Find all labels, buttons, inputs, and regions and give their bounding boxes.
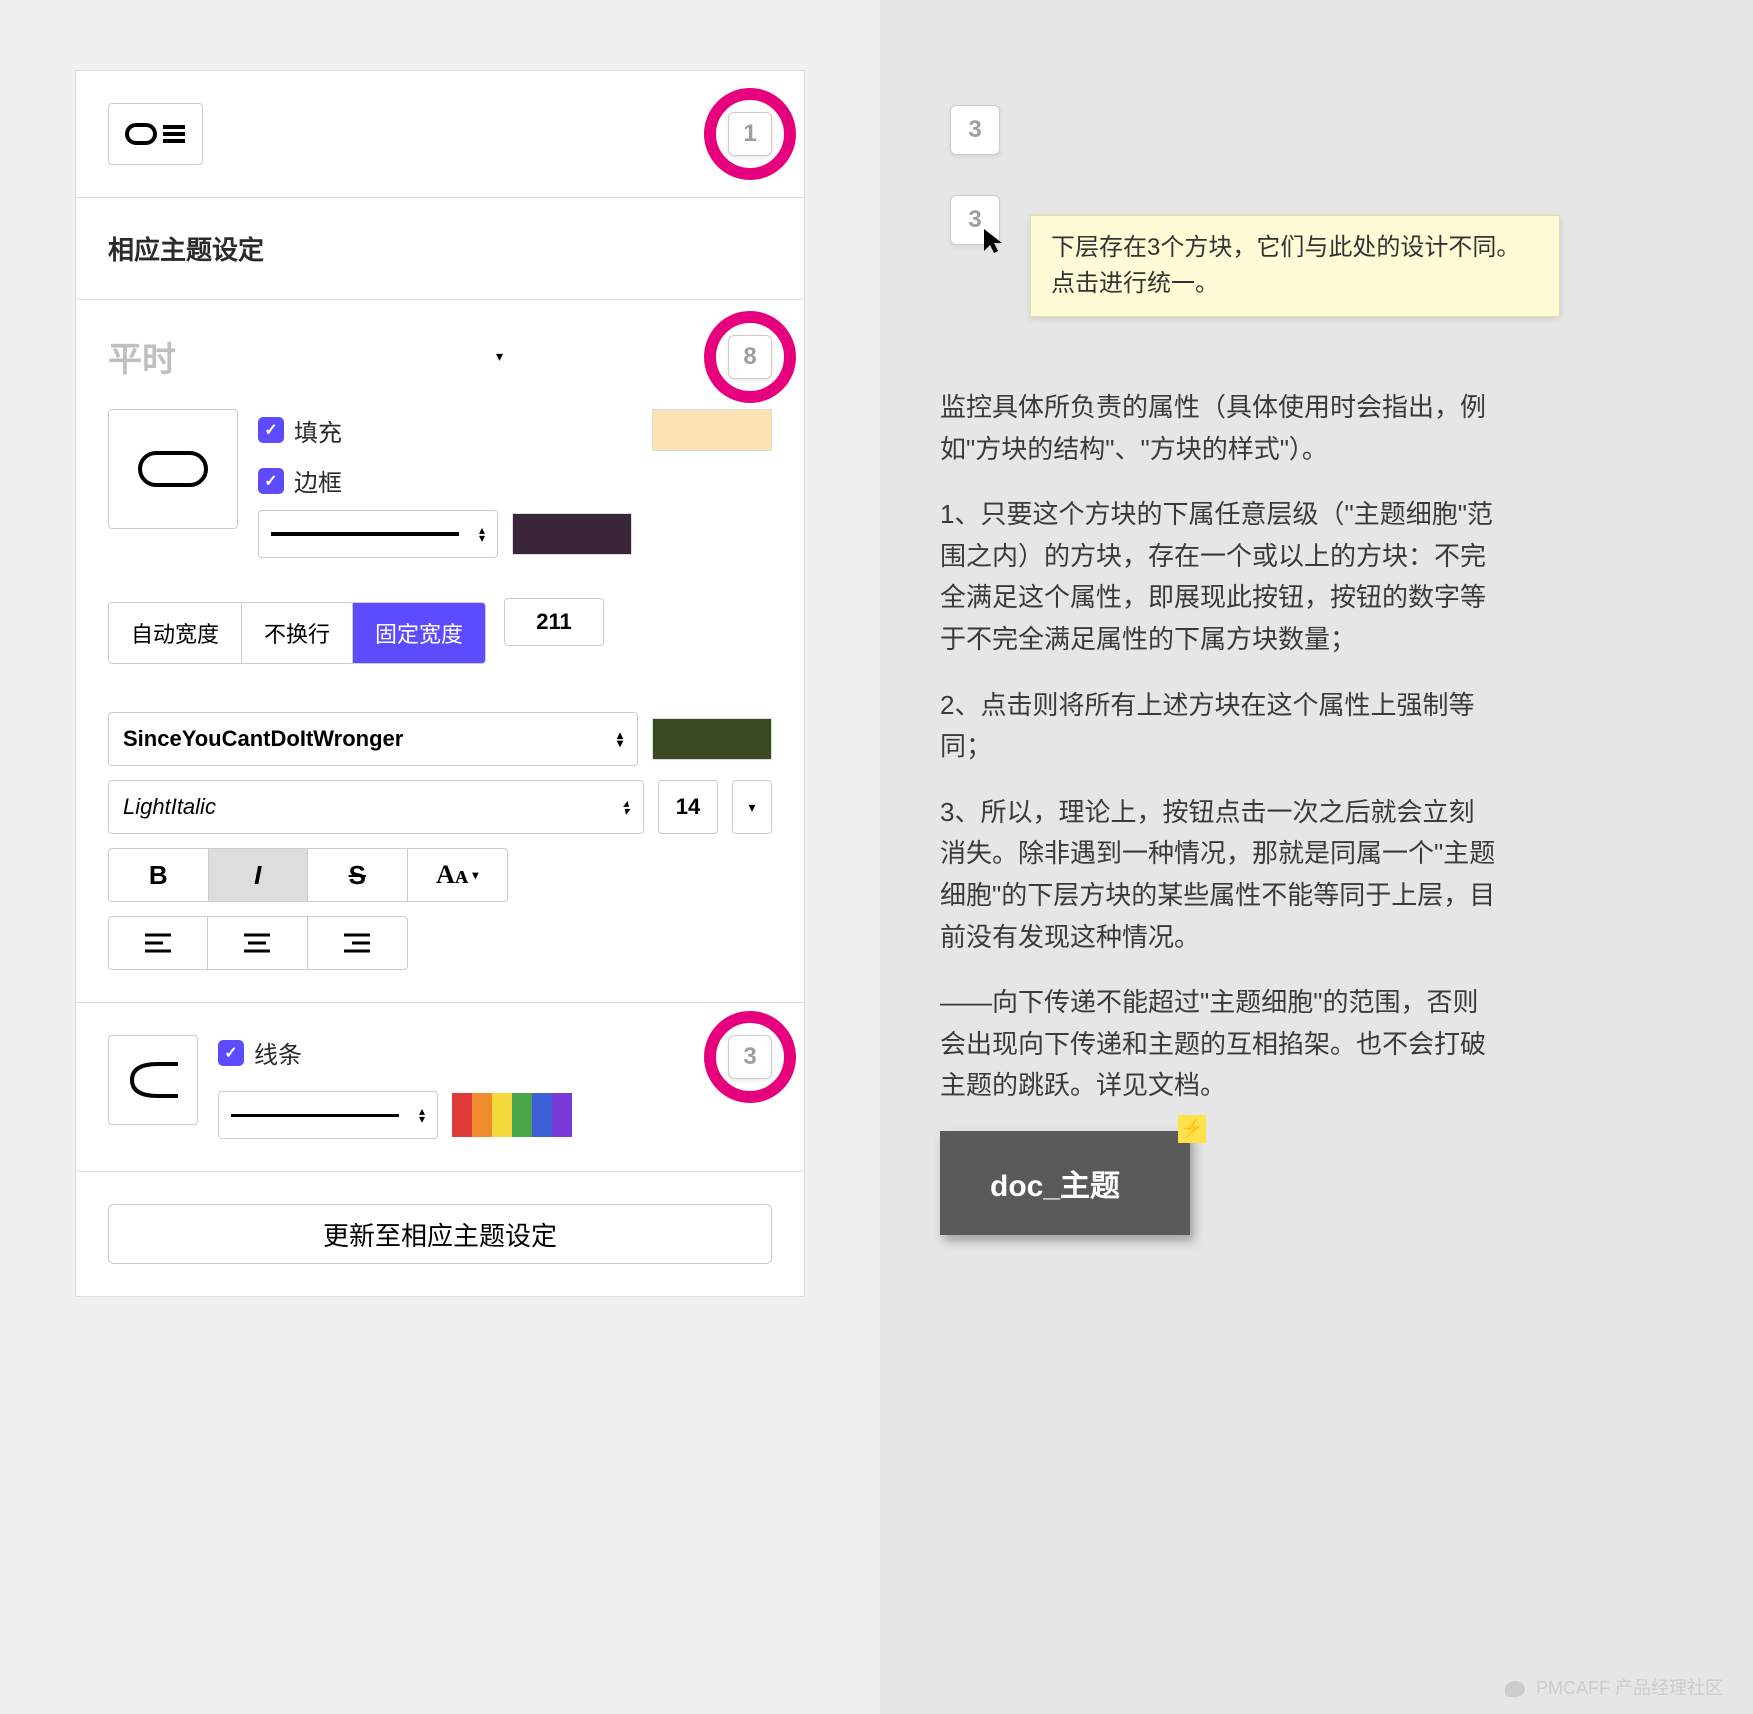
fill-color-swatch[interactable] xyxy=(652,409,772,451)
font-style-select[interactable]: LightItalic ▴▾ xyxy=(108,780,644,834)
section-title: 相应主题设定 xyxy=(108,230,772,267)
header-count-box[interactable]: 1 xyxy=(728,112,772,156)
width-fixed-button[interactable]: 固定宽度 xyxy=(353,603,485,663)
width-mode-group: 自动宽度 不换行 固定宽度 xyxy=(108,602,486,664)
description-text: 监控具体所负责的属性（具体使用时会指出，例如"方块的结构"、"方块的样式"）。 … xyxy=(940,387,1500,1107)
cursor-icon xyxy=(982,227,1006,262)
line-count-box[interactable]: 3 xyxy=(728,1035,772,1079)
width-value-input[interactable]: 211 xyxy=(504,598,604,646)
case-button[interactable]: Aᴀ ▾ xyxy=(408,849,508,901)
shape-preview[interactable] xyxy=(108,409,238,529)
line-preview[interactable] xyxy=(108,1035,198,1125)
align-right-button[interactable] xyxy=(308,917,407,969)
font-color-swatch[interactable] xyxy=(652,718,772,760)
align-left-button[interactable] xyxy=(109,917,208,969)
strike-button[interactable]: S xyxy=(308,849,408,901)
border-style-select[interactable]: ▴▾ xyxy=(258,510,498,558)
align-center-button[interactable] xyxy=(208,917,307,969)
pill-icon xyxy=(138,451,208,487)
state-count-box[interactable]: 8 xyxy=(728,335,772,379)
update-button[interactable]: 更新至相应主题设定 xyxy=(108,1204,772,1264)
line-checkbox[interactable] xyxy=(218,1040,244,1066)
font-family-select[interactable]: SinceYouCantDoItWronger ▴▾ xyxy=(108,712,638,766)
line-label: 线条 xyxy=(254,1035,302,1070)
connector-icon xyxy=(128,1058,178,1102)
tooltip: 下层存在3个方块，它们与此处的设计不同。点击进行统一。 xyxy=(1030,215,1560,317)
bubble-icon xyxy=(1505,1681,1525,1697)
border-label: 边框 xyxy=(294,463,342,498)
layout-icon-button[interactable] xyxy=(108,103,203,165)
fill-checkbox[interactable] xyxy=(258,417,284,443)
example-count-1[interactable]: 3 xyxy=(950,105,1000,155)
bolt-icon: ⚡ xyxy=(1178,1115,1206,1143)
line-style-select[interactable]: ▴▾ xyxy=(218,1091,438,1139)
layout-icon xyxy=(125,119,187,149)
doc-label: doc_主题 xyxy=(990,1170,1120,1203)
bold-button[interactable]: B xyxy=(109,849,209,901)
border-checkbox[interactable] xyxy=(258,468,284,494)
width-nowrap-button[interactable]: 不换行 xyxy=(242,603,353,663)
italic-button[interactable]: I xyxy=(209,849,309,901)
font-family-label: SinceYouCantDoItWronger xyxy=(123,726,403,752)
doc-card[interactable]: ⚡ doc_主题 xyxy=(940,1131,1190,1235)
line-color-rainbow[interactable] xyxy=(452,1093,572,1137)
watermark: PMCAFF 产品经理社区 xyxy=(1505,1674,1723,1700)
font-size-input[interactable]: 14 xyxy=(658,780,718,834)
state-label: 平时 xyxy=(108,332,176,381)
width-auto-button[interactable]: 自动宽度 xyxy=(109,603,242,663)
font-style-label: LightItalic xyxy=(123,794,216,820)
fill-label: 填充 xyxy=(294,413,342,448)
border-color-swatch[interactable] xyxy=(512,513,632,555)
chevron-down-icon[interactable]: ▾ xyxy=(496,348,503,365)
font-size-dropdown[interactable]: ▾ xyxy=(732,780,772,834)
settings-panel: 1 相应主题设定 平时 ▾ 8 xyxy=(75,70,805,1297)
